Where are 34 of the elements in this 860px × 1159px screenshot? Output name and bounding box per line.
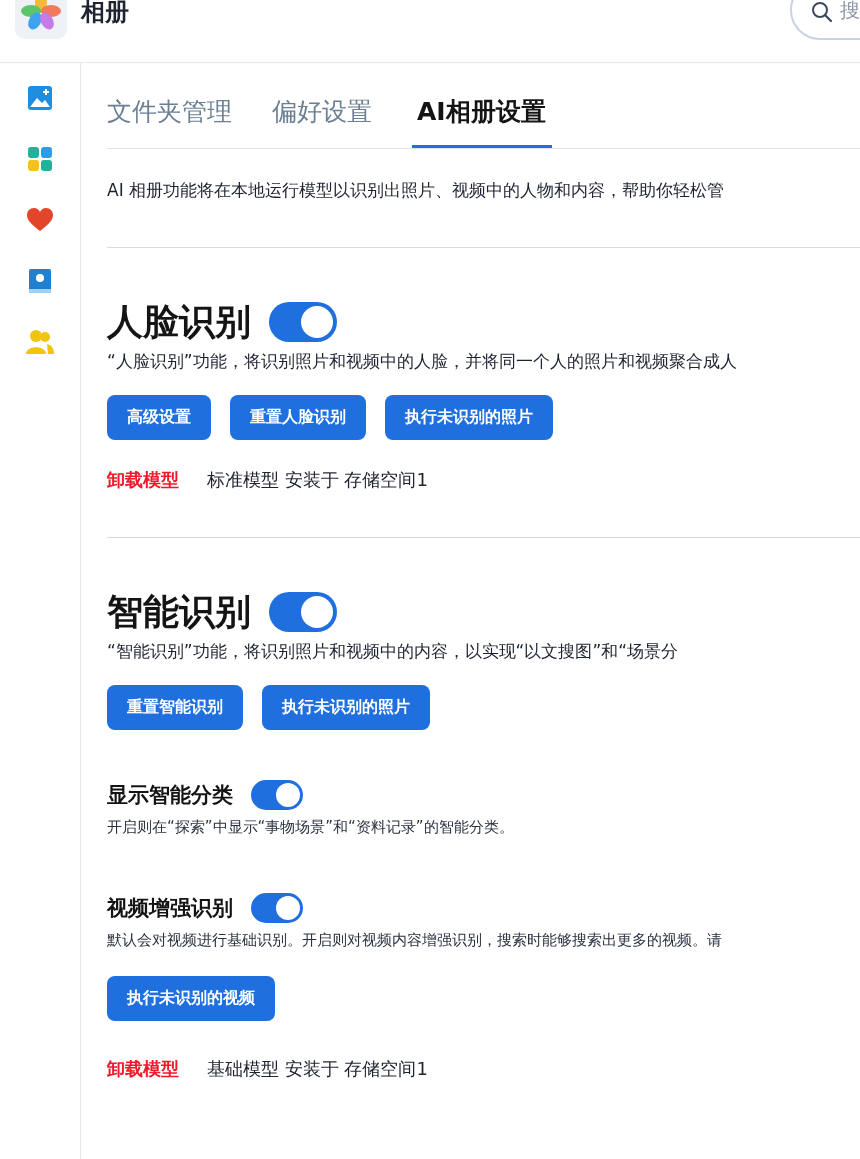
book-icon[interactable]	[28, 268, 52, 294]
search-icon	[811, 1, 833, 23]
tab[interactable]: AI相册设置	[412, 79, 552, 148]
app-title: 相册	[81, 0, 129, 28]
section-title: 智能识别	[107, 590, 251, 634]
setting-description: 开启则在“探索”中显示“事物场景”和“资料记录”的智能分类。	[107, 818, 515, 837]
section-description: “人脸识别”功能，将识别照片和视频中的人脸，并将同一个人的照片和视频聚合成人	[107, 350, 738, 373]
section-title: 人脸识别	[107, 300, 251, 344]
heart-icon[interactable]	[27, 208, 53, 232]
image-icon[interactable]	[27, 85, 53, 111]
action-button[interactable]: 执行未识别的视频	[107, 976, 275, 1021]
uninstall-model-link[interactable]: 卸载模型	[107, 1057, 179, 1081]
action-button[interactable]: 执行未识别的照片	[385, 395, 553, 440]
setting-description: 默认会对视频进行基础识别。开启则对视频内容增强识别，搜索时能够搜索出更多的视频。请	[107, 931, 723, 950]
section-description: “智能识别”功能，将识别照片和视频中的内容，以实现“以文搜图”和“场景分	[107, 640, 680, 663]
uninstall-model-link[interactable]: 卸载模型	[107, 468, 179, 492]
app-logo-icon	[15, 0, 67, 39]
model-info: 标准模型 安装于 存储空间1	[207, 468, 428, 492]
toggle-switch[interactable]	[269, 592, 337, 632]
model-info: 基础模型 安装于 存储空间1	[207, 1057, 428, 1081]
toggle-switch[interactable]	[251, 893, 303, 923]
action-button[interactable]: 重置人脸识别	[230, 395, 366, 440]
action-button[interactable]: 执行未识别的照片	[262, 685, 430, 730]
setting-title: 视频增强识别	[107, 895, 233, 922]
apps-icon[interactable]	[27, 146, 53, 172]
setting-title: 显示智能分类	[107, 782, 233, 809]
tab[interactable]: 文件夹管理	[107, 79, 238, 148]
tab[interactable]: 偏好设置	[272, 79, 378, 148]
toggle-switch[interactable]	[251, 780, 303, 810]
action-button[interactable]: 重置智能识别	[107, 685, 243, 730]
intro-text: AI 相册功能将在本地运行模型以识别出照片、视频中的人物和内容，帮助你轻松管	[107, 179, 726, 202]
toggle-switch[interactable]	[269, 302, 337, 342]
action-button[interactable]: 高级设置	[107, 395, 211, 440]
search-field[interactable]: 搜	[790, 0, 860, 40]
